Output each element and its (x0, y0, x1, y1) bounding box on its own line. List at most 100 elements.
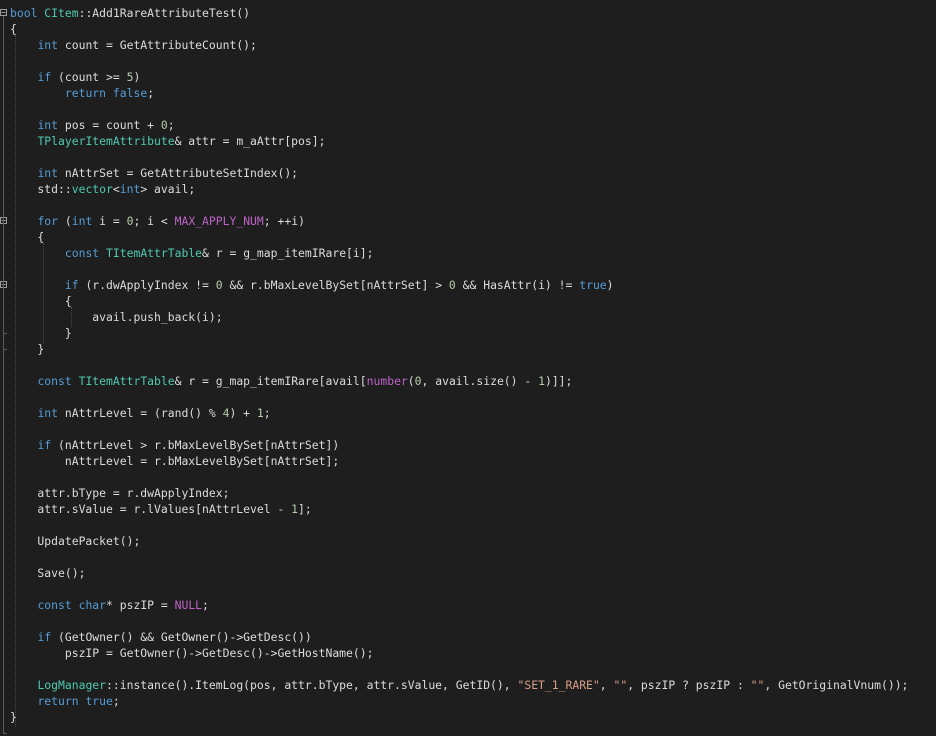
code-line[interactable]: UpdatePacket(); (10, 533, 140, 549)
code-token: i = (92, 214, 127, 228)
code-token: UpdatePacket(); (10, 534, 141, 548)
code-token: char (78, 598, 107, 612)
code-line[interactable]: if (GetOwner() && GetOwner()->GetDesc()) (10, 629, 311, 645)
code-line[interactable]: return false; (10, 85, 154, 101)
code-token: & attr = m_aAttr[pos]; (174, 134, 326, 148)
code-line[interactable]: bool CItem::Add1RareAttributeTest() (10, 5, 250, 21)
code-token: > avail; (140, 182, 196, 196)
code-line[interactable]: { (10, 21, 17, 37)
code-line[interactable]: attr.sValue = r.lValues[nAttrLevel - 1]; (10, 501, 312, 517)
code-token: ; (202, 598, 209, 612)
code-token: 0 (448, 278, 456, 292)
code-line[interactable]: int count = GetAttributeCount(); (10, 37, 257, 53)
code-line[interactable]: if (nAttrLevel > r.bMaxLevelBySet[nAttrS… (10, 437, 339, 453)
code-line[interactable]: pszIP = GetOwner()->GetDesc()->GetHostNa… (10, 645, 374, 661)
code-token: vector (71, 182, 113, 196)
code-editor[interactable]: bool CItem::Add1RareAttributeTest(){ int… (0, 0, 936, 736)
code-token: ::Add1RareAttributeTest() (78, 6, 251, 20)
code-token: avail.push_back(i); (10, 310, 223, 324)
code-token: ; i < (133, 214, 175, 228)
code-token: && HasAttr(i) != (455, 278, 580, 292)
code-line[interactable]: int pos = count + 0; (10, 117, 174, 133)
code-token: 1 (256, 406, 264, 420)
code-line[interactable]: if (count >= 5) (10, 69, 140, 85)
code-token: int (37, 38, 59, 52)
code-line[interactable]: { (10, 293, 72, 309)
code-token: nAttrSet = GetAttributeSetIndex(); (58, 166, 299, 180)
code-line[interactable]: std::vector<int> avail; (10, 181, 195, 197)
code-token: MAX_APPLY_NUM (174, 214, 264, 228)
code-token: "" (750, 678, 765, 692)
minus-icon[interactable]: − (0, 9, 7, 17)
code-token: number (366, 374, 408, 388)
code-line[interactable]: for (int i = 0; i < MAX_APPLY_NUM; ++i) (10, 213, 305, 229)
code-token: bool (10, 6, 38, 20)
code-token: int (37, 118, 59, 132)
code-line[interactable]: avail.push_back(i); (10, 309, 223, 325)
code-line[interactable]: } (10, 341, 44, 357)
code-token: const (37, 598, 72, 612)
code-token: { (10, 22, 17, 36)
code-line[interactable]: const char* pszIP = NULL; (10, 597, 209, 613)
code-token: ; (112, 694, 120, 708)
code-token: 1 (538, 374, 545, 388)
code-token: return (64, 86, 107, 100)
code-line[interactable]: const TItemAttrTable& r = g_map_itemIRar… (10, 373, 572, 389)
code-token: * pszIP = (106, 598, 175, 612)
code-token: 0 (414, 374, 422, 388)
code-token: nAttrLevel = r.bMaxLevelBySet[nAttrSet]; (10, 454, 340, 468)
code-line[interactable]: nAttrLevel = r.bMaxLevelBySet[nAttrSet]; (10, 453, 339, 469)
code-token: , (599, 678, 614, 692)
code-token: true (579, 278, 607, 292)
code-token: int (37, 166, 59, 180)
code-token: { (10, 230, 45, 244)
code-line[interactable]: attr.bType = r.dwApplyIndex; (10, 485, 229, 501)
code-line[interactable]: const TItemAttrTable& r = g_map_itemIRar… (10, 245, 374, 261)
code-token: LogManager (37, 678, 107, 692)
code-line[interactable]: LogManager::instance().ItemLog(pos, attr… (10, 677, 908, 693)
code-token: { (10, 294, 72, 308)
code-token: } (10, 710, 17, 724)
code-token: } (10, 342, 45, 356)
code-token: 0 (215, 278, 223, 292)
code-token: ]; (298, 502, 312, 516)
code-token: ( (407, 374, 415, 388)
code-token: && r.bMaxLevelBySet[nAttrSet] > (222, 278, 449, 292)
code-token: Save(); (10, 566, 86, 580)
code-line[interactable]: return true; (10, 693, 120, 709)
code-line[interactable]: if (r.dwApplyIndex != 0 && r.bMaxLevelBy… (10, 277, 614, 293)
code-line[interactable]: } (10, 325, 72, 341)
fold-region-end (3, 733, 7, 734)
code-line[interactable]: { (10, 229, 44, 245)
code-token: int (37, 406, 59, 420)
code-token: 0 (160, 118, 168, 132)
code-token: & r = g_map_itemIRare[i]; (202, 246, 374, 260)
code-token: , pszIP ? pszIP : (627, 678, 751, 692)
code-token: (r.dwApplyIndex != (78, 278, 216, 292)
code-line[interactable]: Save(); (10, 565, 85, 581)
code-line[interactable]: TPlayerItemAttribute& attr = m_aAttr[pos… (10, 133, 325, 149)
code-token: false (112, 86, 148, 100)
fold-region-end (3, 349, 7, 350)
code-token: count = GetAttributeCount(); (58, 38, 257, 52)
code-token: "" (613, 678, 628, 692)
code-token: NULL (174, 598, 203, 612)
code-line[interactable]: int nAttrSet = GetAttributeSetIndex(); (10, 165, 298, 181)
code-token: ; ++i) (263, 214, 305, 228)
code-line[interactable]: int nAttrLevel = (rand() % 4) + 1; (10, 405, 270, 421)
code-line[interactable]: } (10, 709, 17, 725)
code-token: if (37, 438, 52, 452)
